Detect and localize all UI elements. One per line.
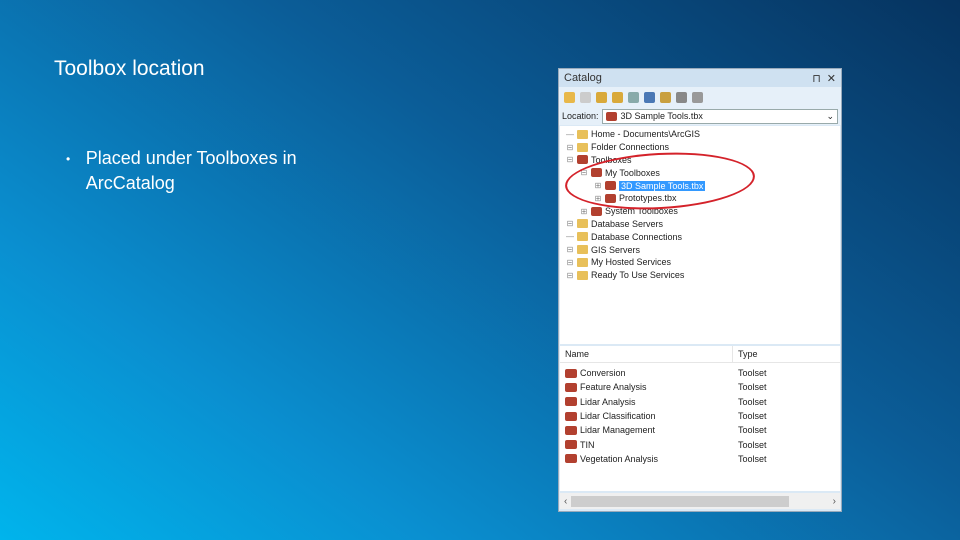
- catalog-title-bar: Catalog ⊓ ✕: [559, 69, 841, 87]
- row-type: Toolset: [738, 411, 767, 422]
- expander-icon[interactable]: —: [566, 130, 574, 139]
- row-name: Conversion: [580, 368, 626, 379]
- toolbox-icon: [577, 155, 588, 165]
- tree-item-label: Folder Connections: [591, 142, 670, 153]
- tree-icon[interactable]: [676, 91, 687, 103]
- back-icon[interactable]: [564, 91, 575, 103]
- bullet-marker: •: [66, 152, 71, 166]
- toolbox-icon: [605, 111, 617, 121]
- expander-icon[interactable]: ⊟: [566, 155, 574, 164]
- folder-icon: [577, 270, 588, 280]
- load-icon[interactable]: [660, 91, 671, 103]
- folder-icon: [577, 245, 588, 255]
- list-row[interactable]: Feature Analysis Toolset: [560, 380, 840, 394]
- toolset-icon: [565, 454, 577, 464]
- tree-item[interactable]: — Home - Documents\ArcGIS: [560, 128, 840, 141]
- row-name: Lidar Analysis: [580, 396, 636, 407]
- options-icon[interactable]: [692, 91, 703, 103]
- row-type: Toolset: [738, 368, 767, 379]
- toolset-icon: [565, 440, 577, 450]
- tree-item-label: My Hosted Services: [591, 257, 672, 268]
- tree-item-label: GIS Servers: [591, 244, 641, 255]
- contents-list: Name Type Conversion Toolset Feature Analy…: [560, 346, 840, 491]
- row-type: Toolset: [738, 396, 767, 407]
- row-name: TIN: [580, 439, 595, 450]
- row-type: Toolset: [738, 439, 767, 450]
- tree-item-label: Ready To Use Services: [591, 270, 685, 281]
- row-type: Toolset: [738, 453, 767, 464]
- catalog-window: Catalog ⊓ ✕ Location: 3D Sample Tools.tb…: [558, 68, 842, 512]
- toolbox-icon: [591, 206, 602, 216]
- toolset-icon: [565, 382, 577, 392]
- up-icon[interactable]: [596, 91, 607, 103]
- toolset-icon: [565, 368, 577, 378]
- pin-icon[interactable]: ⊓: [812, 72, 821, 85]
- tree-item[interactable]: ⊟ Database Servers: [560, 218, 840, 231]
- list-row[interactable]: Lidar Management Toolset: [560, 423, 840, 437]
- chevron-down-icon[interactable]: ⌄: [826, 111, 834, 122]
- location-dropdown[interactable]: 3D Sample Tools.tbx ⌄: [601, 108, 838, 124]
- tree-item-label: Database Servers: [591, 218, 664, 229]
- expander-icon[interactable]: ⊟: [566, 245, 574, 254]
- location-bar: Location: 3D Sample Tools.tbx ⌄: [559, 107, 841, 125]
- location-label: Location:: [562, 111, 599, 121]
- row-name: Vegetation Analysis: [580, 453, 659, 464]
- list-row[interactable]: Vegetation Analysis Toolset: [560, 452, 840, 466]
- row-name: Feature Analysis: [580, 382, 647, 393]
- expander-icon[interactable]: ⊞: [580, 207, 588, 216]
- row-type: Toolset: [738, 382, 767, 393]
- toolset-icon: [565, 397, 577, 407]
- tree-item-label: Home - Documents\ArcGIS: [591, 129, 701, 140]
- tree-item[interactable]: ⊟ GIS Servers: [560, 243, 840, 256]
- row-name: Lidar Management: [580, 425, 656, 436]
- connect-icon[interactable]: [628, 91, 639, 103]
- list-row[interactable]: Lidar Analysis Toolset: [560, 395, 840, 409]
- expander-icon[interactable]: ⊟: [566, 143, 574, 152]
- forward-icon[interactable]: [580, 91, 591, 103]
- tree-item[interactable]: ⊟ Ready To Use Services: [560, 269, 840, 282]
- horizontal-scrollbar[interactable]: ‹ ›: [560, 493, 840, 509]
- tree-item[interactable]: ⊞ System Toolboxes: [560, 205, 840, 218]
- column-type[interactable]: Type: [733, 346, 758, 362]
- location-value: 3D Sample Tools.tbx: [620, 111, 703, 121]
- scroll-right-icon[interactable]: ›: [833, 496, 840, 507]
- scroll-left-icon[interactable]: ‹: [560, 496, 567, 507]
- bullet-item: • Placed under Toolboxes in ArcCatalog: [66, 146, 386, 196]
- view-icon[interactable]: [644, 91, 655, 103]
- list-row[interactable]: Conversion Toolset: [560, 366, 840, 380]
- row-name: Lidar Classification: [580, 411, 656, 422]
- bullet-text: Placed under Toolboxes in ArcCatalog: [85, 148, 297, 193]
- list-row[interactable]: Lidar Classification Toolset: [560, 409, 840, 423]
- list-header: Name Type: [560, 346, 840, 363]
- tree-item[interactable]: ⊟ My Hosted Services: [560, 256, 840, 269]
- slide-title: Toolbox location: [54, 57, 205, 80]
- expander-icon[interactable]: ⊟: [566, 271, 574, 280]
- expander-icon[interactable]: ⊟: [566, 219, 574, 228]
- folder-icon: [577, 142, 588, 152]
- toolset-icon: [565, 411, 577, 421]
- expander-icon[interactable]: —: [566, 232, 574, 241]
- expander-icon[interactable]: ⊟: [566, 258, 574, 267]
- folder-icon: [577, 257, 588, 267]
- tree-item-label: Database Connections: [591, 231, 683, 242]
- folder-icon: [577, 232, 588, 242]
- row-type: Toolset: [738, 425, 767, 436]
- home-icon[interactable]: [612, 91, 623, 103]
- tree-item[interactable]: — Database Connections: [560, 230, 840, 243]
- scrollbar-thumb[interactable]: [571, 495, 790, 507]
- column-name[interactable]: Name: [560, 346, 733, 362]
- tree-item[interactable]: ⊟ Folder Connections: [560, 141, 840, 154]
- toolbar: [559, 87, 841, 107]
- toolset-icon: [565, 425, 577, 435]
- folder-icon: [577, 129, 588, 139]
- close-icon[interactable]: ✕: [827, 72, 836, 85]
- catalog-title: Catalog: [564, 72, 602, 84]
- folder-icon: [577, 219, 588, 229]
- list-row[interactable]: TIN Toolset: [560, 437, 840, 451]
